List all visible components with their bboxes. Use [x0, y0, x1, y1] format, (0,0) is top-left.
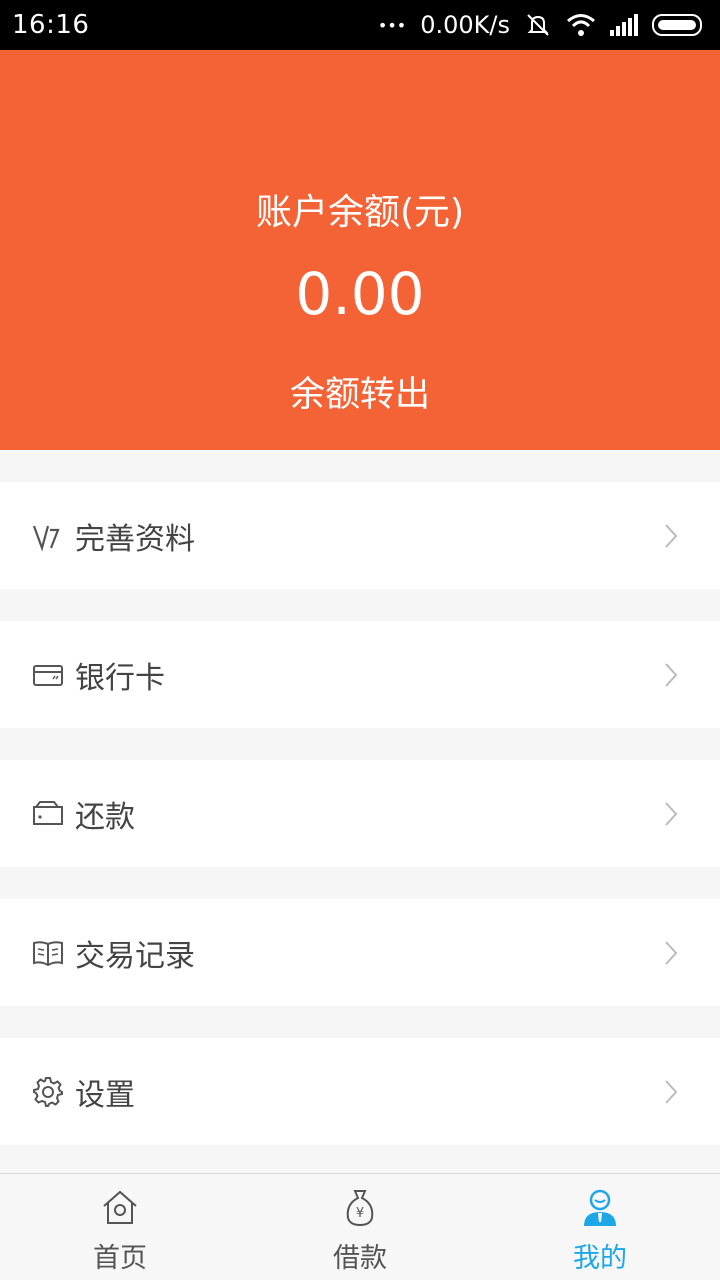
wifi-icon	[566, 13, 596, 37]
status-time: 16:16	[12, 10, 90, 40]
status-dots: •••	[377, 15, 407, 35]
menu-item-transactions[interactable]: 交易记录	[0, 899, 720, 1006]
balance-header: 账户余额(元) 0.00 余额转出	[0, 50, 720, 450]
menu-item-label: 还款	[75, 799, 135, 835]
menu-item-bank-card[interactable]: 银行卡	[0, 621, 720, 728]
battery-icon	[652, 13, 706, 37]
status-indicators: ••• 0.00K/s	[378, 11, 706, 39]
tab-label: 首页	[93, 1243, 147, 1274]
chevron-right-icon	[664, 662, 678, 688]
bank-card-icon	[32, 659, 64, 691]
tab-loan[interactable]: ¥ 借款	[240, 1174, 480, 1280]
verify-icon	[32, 520, 64, 552]
signal-icon	[610, 14, 638, 36]
tab-home[interactable]: 首页	[0, 1174, 240, 1280]
menu-item-label: 交易记录	[75, 938, 195, 974]
menu-item-profile[interactable]: 完善资料	[0, 482, 720, 589]
book-icon	[32, 937, 64, 969]
menu-item-repayment[interactable]: 还款	[0, 760, 720, 867]
svg-text:¥: ¥	[356, 1206, 364, 1221]
chevron-right-icon	[664, 1079, 678, 1105]
transfer-out-button[interactable]: 余额转出	[260, 368, 460, 422]
chevron-right-icon	[664, 523, 678, 549]
menu-item-settings[interactable]: 设置	[0, 1038, 720, 1145]
tab-label: 我的	[573, 1243, 627, 1274]
home-icon	[100, 1188, 140, 1228]
balance-label: 账户余额(元)	[255, 192, 465, 233]
mute-icon	[524, 11, 552, 39]
balance-amount: 0.00	[295, 260, 425, 328]
tab-mine[interactable]: 我的	[480, 1174, 720, 1280]
user-icon	[580, 1188, 620, 1228]
gear-icon	[32, 1076, 64, 1108]
status-bar: 16:16 ••• 0.00K/s	[0, 0, 720, 50]
network-speed: 0.00K/s	[420, 11, 510, 39]
chevron-right-icon	[664, 801, 678, 827]
money-bag-icon: ¥	[340, 1188, 380, 1228]
wallet-icon	[32, 798, 64, 830]
tab-label: 借款	[333, 1243, 387, 1274]
menu-item-label: 完善资料	[75, 521, 195, 557]
menu-item-label: 银行卡	[75, 660, 165, 696]
menu-item-label: 设置	[75, 1077, 135, 1113]
chevron-right-icon	[664, 940, 678, 966]
bottom-tab-bar: 首页 ¥ 借款 我的	[0, 1173, 720, 1280]
